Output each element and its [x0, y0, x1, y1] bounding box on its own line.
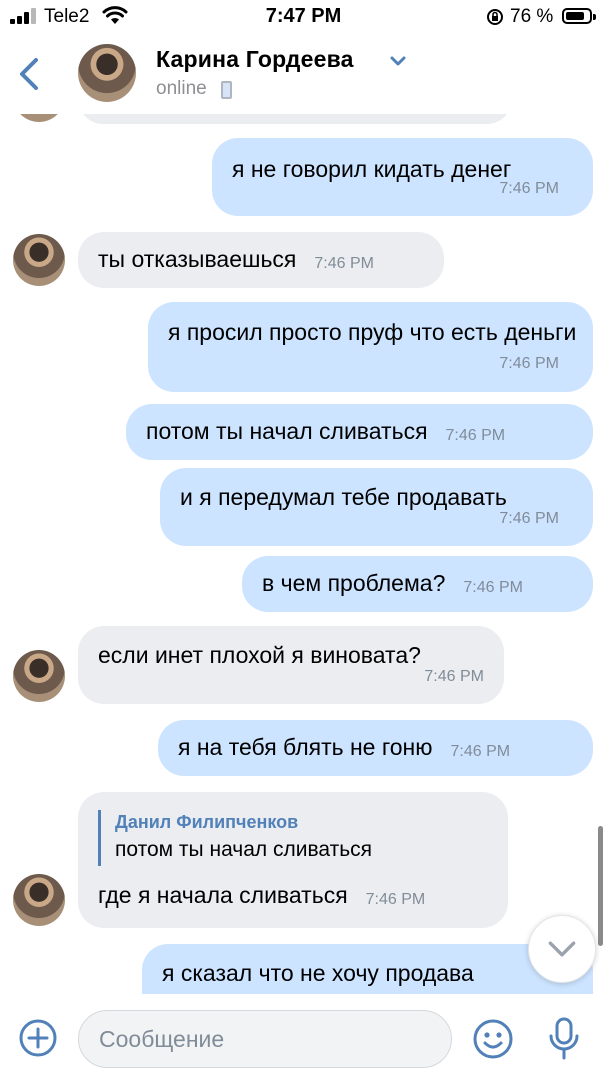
message-text: и я передумал тебе продавать	[180, 484, 507, 510]
plus-circle-icon[interactable]	[18, 1018, 58, 1058]
message-text: я просил просто пруф что есть деньги	[168, 319, 577, 345]
smile-icon[interactable]	[472, 1018, 514, 1060]
microphone-icon[interactable]	[546, 1016, 582, 1062]
message-bubble-incoming[interactable]	[78, 114, 512, 124]
message-text: я сказал что не хочу продава	[162, 960, 474, 986]
reply-author: Данил Филипченков	[115, 812, 299, 832]
message-text: я на тебя блять не гоню	[178, 734, 433, 760]
message-text: ты отказываешься	[98, 246, 297, 272]
message-list[interactable]: я не говорил кидать денег 7:46 PM ты отк…	[0, 114, 607, 994]
scroll-down-button[interactable]	[528, 915, 596, 983]
message-composer	[0, 994, 607, 1080]
chevron-down-icon	[548, 941, 576, 957]
message-time: 7:46 PM	[499, 510, 559, 527]
message-bubble-outgoing[interactable]: я на тебя блять не гоню 7:46 PM	[158, 720, 593, 776]
mobile-phone-icon	[221, 81, 232, 99]
battery-icon	[562, 8, 596, 24]
contact-name[interactable]: Карина Гордеева	[156, 46, 354, 73]
message-time: 7:46 PM	[450, 743, 511, 760]
message-text: где я начала сливаться	[98, 882, 348, 908]
reply-text: потом ты начал сливаться	[115, 838, 373, 861]
message-bubble-incoming[interactable]: Данил Филипченков потом ты начал сливать…	[78, 792, 508, 928]
message-time: 7:46 PM	[499, 180, 559, 197]
back-chevron-icon[interactable]	[14, 54, 44, 94]
message-input[interactable]	[78, 1010, 452, 1068]
message-time: 7:46 PM	[445, 427, 506, 444]
message-text: потом ты начал сливаться	[146, 418, 428, 444]
contact-status: online	[156, 78, 207, 99]
message-bubble-outgoing[interactable]: и я передумал тебе продавать 7:46 PM	[160, 468, 593, 546]
message-bubble-outgoing[interactable]: я не говорил кидать денег 7:46 PM	[212, 138, 593, 216]
status-bar: Tele2 7:47 PM 76 %	[0, 0, 607, 34]
message-text: я не говорил кидать денег	[232, 156, 512, 182]
chevron-down-icon[interactable]	[388, 54, 408, 68]
sender-avatar[interactable]	[13, 874, 65, 926]
message-text: если инет плохой я виновата?	[98, 642, 421, 668]
reply-quote[interactable]: Данил Филипченков потом ты начал сливать…	[98, 810, 488, 866]
rotation-lock-icon	[487, 9, 503, 25]
contact-avatar[interactable]	[78, 44, 136, 102]
message-bubble-incoming[interactable]: если инет плохой я виновата? 7:46 PM	[78, 626, 504, 704]
sender-avatar[interactable]	[13, 114, 65, 122]
message-time: 7:46 PM	[314, 255, 374, 272]
battery-level	[566, 12, 584, 20]
message-bubble-outgoing[interactable]: я просил просто пруф что есть деньги 7:4…	[148, 302, 593, 392]
message-bubble-outgoing[interactable]: в чем проблема? 7:46 PM	[242, 556, 593, 612]
message-text: в чем проблема?	[262, 570, 446, 596]
chat-header: Карина Гордеева online	[0, 34, 607, 114]
message-bubble-incoming[interactable]: ты отказываешься 7:46 PM	[78, 232, 444, 288]
message-time: 7:46 PM	[365, 891, 426, 908]
message-time: 7:46 PM	[463, 579, 523, 596]
message-bubble-outgoing[interactable]: потом ты начал сливаться 7:46 PM	[126, 404, 593, 460]
message-bubble-outgoing[interactable]: я сказал что не хочу продава	[142, 944, 593, 994]
message-time: 7:46 PM	[499, 355, 559, 372]
scrollbar[interactable]	[598, 826, 603, 946]
sender-avatar[interactable]	[13, 234, 65, 286]
message-time: 7:46 PM	[424, 668, 484, 685]
battery-percent: 76 %	[510, 6, 554, 27]
sender-avatar[interactable]	[13, 650, 65, 702]
